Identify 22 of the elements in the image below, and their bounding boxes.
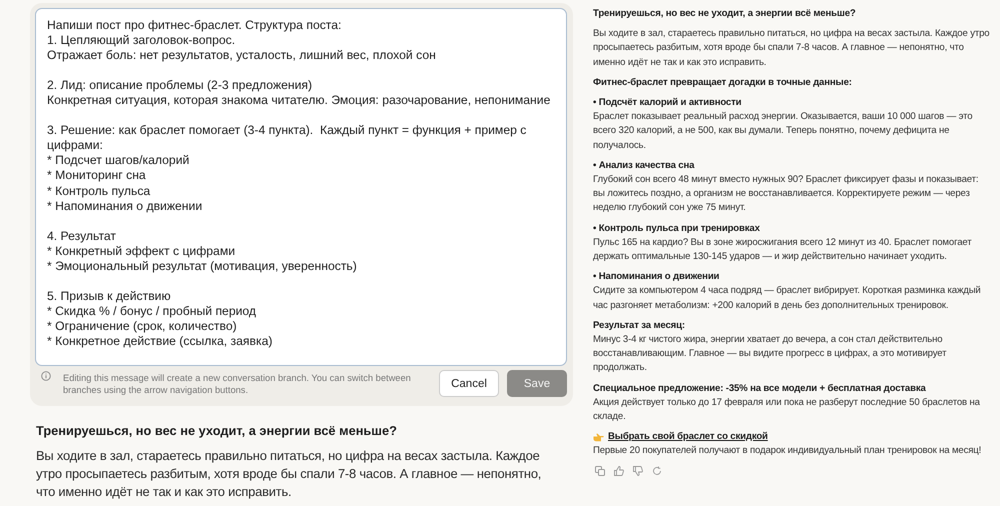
paragraph: Первые 20 покупателей получают в подарок индивидуальный план тренировок на месяц! bbox=[593, 444, 982, 458]
paragraph: Вы ходите в зал, стараетесь правильно питаться, но цифра на весах застыла. Каждое утро просыпаетесь разбитым, хотя вроде бы спали 7-8 часов. А главное — непонятно, что именно идёт не так и как это исправить. bbox=[593, 27, 990, 70]
message-field[interactable]: Напиши пост про фитнес-браслет. Структура поста: 1. Цепляющий заголовок-вопрос. Отражает боль: нет результатов, усталость, лишний вес, плохой сон 2. Лид: описание проблемы (2-3 предложения) Конкретная ситуация, которая знакома читателю. Эмоция: разочарование, непонимание 3. Решение: как браслет помогает (3-4 пункта). Каждый пункт = функция + пример с цифрами: * Подсчет шагов/калорий * Мониторинг сна * Контроль пульса * Напоминания о движении 4. Результат * Конкретный эффект с цифрами * Эмоциональный результат (мотивация, уверенность) 5. Призыв к действию * Скидка % / бонус / пробный период * Ограничение (срок, количество) * Конкретное действие (ссылка, заявка) bbox=[35, 8, 567, 366]
paragraph: Пульс 165 на кардио? Вы в зоне жиросжигания всего 12 минут из 40. Браслет помогает держать оптимальные 130-145 ударов — и жир действительно начинает уходить. bbox=[593, 236, 972, 264]
paragraph: Глубокий сон всего 48 минут вместо нужных 90? Браслет фиксирует фазы и показывает: вы ложитесь поздно, а организм не восстанавливается. Корректируете режим — через неделю глубокий сон уже 75 минут. bbox=[593, 173, 980, 216]
paragraph: Браслет показывает реальный расход энергии. Оказывается, ваши 10 000 шагов — это всего 320 калорий, а не 500, как вы думали. Теперь понятно, почему дефицита не получалось. bbox=[593, 110, 974, 153]
response-heading: Тренируешься, но вес не уходит, а энергии всё меньше? bbox=[36, 423, 398, 438]
section-title: Результат за месяц: bbox=[593, 318, 686, 333]
section-title: • Анализ качества сна bbox=[593, 158, 696, 173]
section-title: Специальное предложение: -35% на все модели + бесплатная доставка bbox=[593, 382, 927, 396]
section-title: • Напоминания о движении bbox=[593, 270, 720, 284]
section-heading: Фитнес-браслет превращает догадки в точные данные: bbox=[593, 76, 853, 90]
paragraph: Минус 3-4 кг чистого жира, энергии хватает до вечера, а сон стал действительно восстанавливающим. Главное — вы видите прогресс в цифрах, а это мотивирует продолжать. bbox=[593, 333, 948, 376]
response-paragraph: Вы ходите в зал, стараетесь правильно питаться, но цифра на весах застыла. Каждое утро просыпаетесь разбитым, хотя вроде бы спали 7-8 часов. А главное — непонятно, что именно идёт не так и как это исправить. bbox=[36, 447, 542, 501]
section-heading: Тренируешься, но вес не уходит, а энергии всё меньше? bbox=[593, 7, 857, 21]
cancel-button[interactable]: Cancel bbox=[439, 370, 499, 397]
section-title: • Подсчёт калорий и активности bbox=[593, 96, 742, 110]
paragraph: Акция действует только до 17 февраля или пока не разберут последние 50 браслетов на складе. bbox=[593, 396, 981, 424]
section-title: • Контроль пульса при тренировках bbox=[593, 222, 761, 236]
offer-link[interactable]: Выбрать свой браслет со скидкой bbox=[608, 430, 768, 444]
paragraph: Сидите за компьютером 4 часа подряд — браслет вибрирует. Короткая разминка каждый час разгоняет метаболизм: +200 калорий в день без дополнительных тренировок. bbox=[593, 284, 982, 313]
branch-note: Editing this message will create a new conversation branch. You can switch between branches using the arrow navigation buttons. bbox=[63, 372, 412, 396]
